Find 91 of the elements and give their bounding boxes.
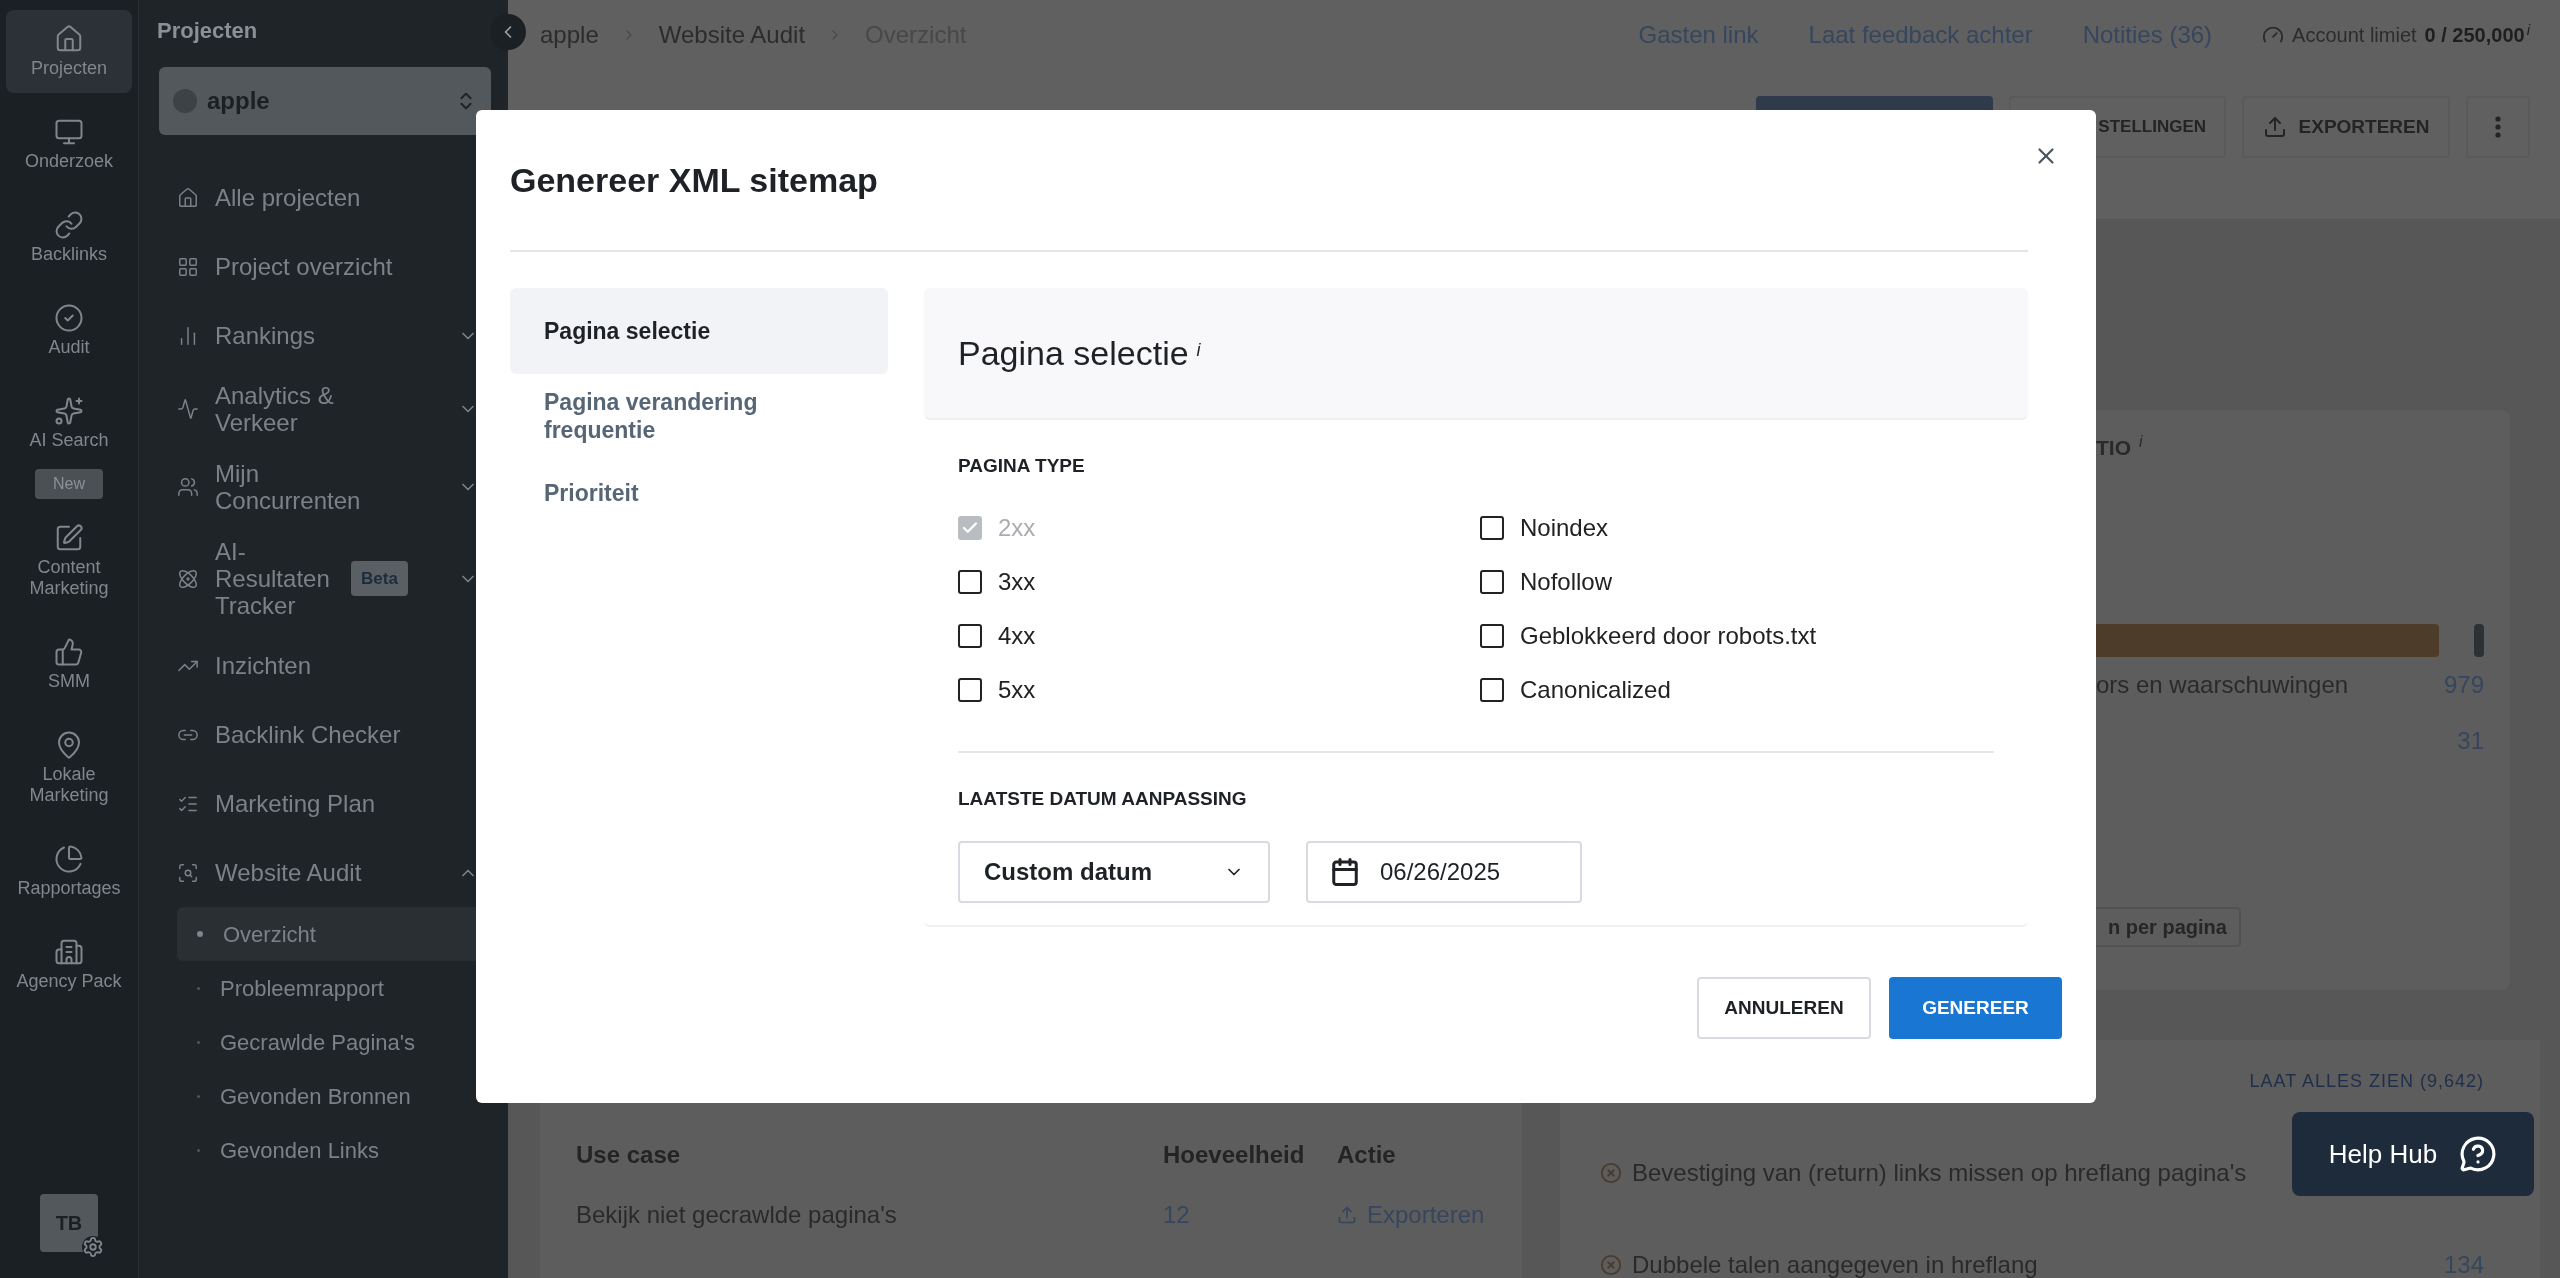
rail-icon [54,303,84,333]
rail-item[interactable]: Projecten [6,10,132,93]
checkbox[interactable] [958,623,982,648]
nav-icon [177,567,199,590]
rail-icon [54,210,84,240]
nav-item[interactable]: Inzichten [159,631,490,700]
checkbox[interactable] [1480,569,1504,594]
section-label: PAGINA TYPE [958,454,1086,478]
checkbox-label: Noindex [1520,512,1609,543]
more-icon [2495,116,2501,138]
dialog-tab[interactable]: Prioriteit [510,458,888,528]
nav-icon [177,861,199,884]
settings-icon [82,1236,104,1258]
bar-handle [2474,623,2484,657]
nav-item[interactable]: Project overzicht [159,232,490,301]
rail-icon [54,117,84,147]
rail-item[interactable]: Backlinks [6,196,132,279]
nav-item[interactable]: Backlink Checker [159,700,490,769]
help-icon [2459,1135,2498,1173]
rail-item[interactable]: Rapportages [6,830,132,913]
beta-badge: Beta [351,561,408,596]
error-icon [1600,1254,1622,1276]
checkbox-label: 2xx [998,512,1036,543]
column-header: Actie [1337,1140,1396,1170]
checkbox-label: 5xx [998,674,1036,705]
rail-icon [54,937,84,967]
checkbox-label: Canonicalized [1520,674,1671,705]
nav-item[interactable]: Analytics & Verkeer [159,370,490,448]
date-field[interactable]: 06/26/2025 [1306,841,1582,903]
export-button[interactable]: EXPORTEREN [2242,96,2450,158]
calendar-icon [1330,857,1360,887]
rail-icon [54,523,84,553]
generate-button[interactable]: GENEREER [1889,977,2062,1039]
column-header: Hoeveelheid [1163,1140,1306,1170]
nav-subitem[interactable]: Gevonden Bronnen [177,1069,490,1123]
checkbox-label: Nofollow [1520,566,1613,597]
rail-icon [54,24,84,54]
new-badge: New [35,469,103,499]
nav-item[interactable]: Alle projecten [159,163,490,232]
rail-icon [54,396,84,426]
checkbox-label: 3xx [998,566,1036,597]
nav-item[interactable]: Mijn Concurrenten [159,448,490,526]
cancel-button[interactable]: ANNULEREN [1697,977,1871,1039]
rail-item[interactable]: Audit [6,289,132,372]
nav-item[interactable]: Website Audit [159,838,490,907]
checkbox[interactable] [1480,677,1504,702]
rail-item[interactable]: AI Search [6,382,132,465]
see-all-link[interactable]: LAAT ALLES ZIEN (9,642) [2249,1068,2484,1095]
checkbox[interactable] [1480,515,1504,540]
error-icon [1600,1162,1622,1184]
rail-item[interactable]: Content Marketing [6,509,132,613]
nav-title: Projecten [157,17,259,45]
checkbox[interactable] [1480,623,1504,648]
dialog-tab[interactable]: Pagina selectie [510,288,888,374]
nav-icon [177,186,199,209]
rail-item[interactable]: Onderzoek [6,103,132,186]
bullet-icon [197,931,203,937]
avatar[interactable]: TB [40,1194,98,1252]
nav-icon [177,476,199,498]
bullet-icon [197,1040,200,1044]
rail-item[interactable]: SMM [6,623,132,706]
upload-icon [2262,115,2287,139]
nav-item[interactable]: Marketing Plan [159,769,490,838]
project-selector[interactable]: apple [159,67,491,135]
column-header: Use case [576,1140,682,1170]
dialog-tab[interactable]: Pagina verandering frequentie [510,374,888,458]
rail-icon [54,637,84,667]
rail-item[interactable]: Agency Pack [6,923,132,1006]
panel-title: Pagina selectie $^{i}$ [958,332,1201,374]
checkbox[interactable] [958,569,982,594]
upload-icon [1337,1205,1357,1225]
rail-item[interactable]: Lokale Marketing [6,716,132,820]
checkbox[interactable] [958,677,982,702]
dialog-title: Genereer XML sitemap [510,159,878,201]
nav-icon [177,255,199,278]
nav-subitem[interactable]: Gecrawlde Pagina's [177,1015,490,1069]
section-label: LAATSTE DATUM AANPASSING [958,786,1248,811]
bullet-icon [197,1148,200,1152]
nav-icon [177,398,199,420]
account-limit-value: 0 / 250,000$^{i}$ [2424,20,2530,48]
nav-item[interactable]: Rankings [159,301,490,370]
rail-icon [54,844,84,874]
date-mode-select[interactable]: Custom datum [958,841,1270,903]
checkbox-label: 4xx [998,620,1036,651]
bullet-icon [197,986,200,990]
help-hub-button[interactable]: Help Hub [2292,1112,2534,1196]
nav-item[interactable]: AI-Resultaten Tracker Beta [159,526,490,631]
nav-subitem[interactable]: Probleemrapport [177,961,490,1015]
checkbox-label: Geblokkeerd door robots.txt [1520,620,1817,651]
nav-subitem[interactable]: Gevonden Links [177,1123,490,1177]
bullet-icon [197,1094,200,1098]
